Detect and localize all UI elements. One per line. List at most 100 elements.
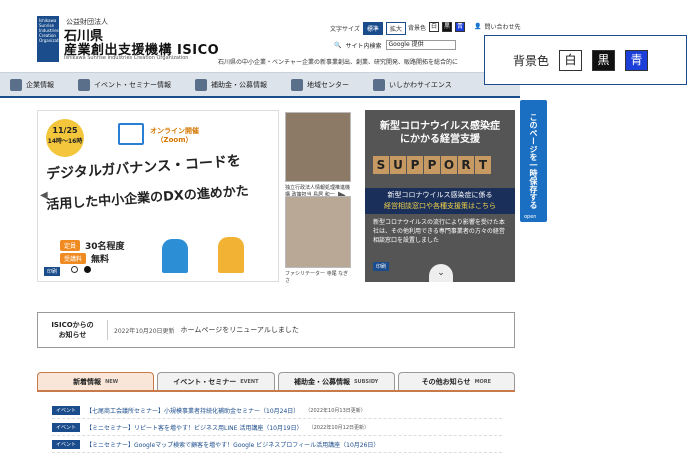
capacity-row: 定員 30名程度 (60, 239, 125, 252)
list-item-title[interactable]: 【ミニセミナー】リピート客を増やす！ビジネス用LINE 活用講座（10月19日） (86, 423, 303, 432)
tab-more[interactable]: その他お知らせ MORE (397, 372, 515, 390)
atom-icon (373, 78, 385, 91)
support-letter: P (424, 156, 440, 174)
people-icon (291, 78, 303, 91)
fee-row: 受講料 無料 (60, 252, 109, 265)
tab-label: 補助金・公募情報 (293, 377, 350, 386)
monitor-icon (118, 123, 144, 145)
support-letter: S (373, 156, 389, 174)
tab-en: NEW (105, 378, 119, 385)
popup-bg-label: 背景色 (513, 53, 550, 68)
tab-underline (37, 390, 515, 392)
nav-item-science[interactable]: いしかわサイエンス (363, 73, 466, 96)
print-button[interactable]: 印刷 (44, 267, 61, 276)
tab-en: MORE (474, 378, 492, 385)
online-label: オンライン開催 （Zoom） (150, 127, 199, 145)
capacity-value: 30名程度 (85, 242, 125, 252)
list-item[interactable]: イベント 【七尾商工会議所セミナー】小規模事業者持続化補助金セミナー（10月24日… (52, 402, 502, 419)
covid-band-line1: 新型コロナウイルス感染症に係る (387, 191, 493, 199)
popup-bg-blue-button[interactable]: 青 (625, 49, 649, 71)
nav-item-regional[interactable]: 地域センター (281, 73, 363, 96)
support-letter: U (390, 156, 406, 174)
nav-label: 地域センター (307, 80, 349, 89)
support-letter: O (441, 156, 457, 174)
nav-label: いしかわサイエンス (389, 80, 452, 89)
tagline: 石川県の中小企業・ベンチャー企業の新事業創出、創業、研究開発、販路開拓を総合的に (218, 59, 458, 66)
person-icon: 👤 (474, 23, 482, 30)
list-item-title[interactable]: 【ミニセミナー】Googleマップ検索で顧客を増やす！Google ビジネスプロ… (86, 440, 379, 449)
isico-logo[interactable]: Ishikawa Sunrise Industries Creation Org… (37, 16, 65, 62)
tab-label: イベント・セミナー (173, 377, 237, 386)
covid-title-line2: にかかる経営支援 (400, 134, 480, 145)
list-item-date: （2022年10月13日更新） (305, 407, 366, 414)
tab-label: 新着情報 (73, 377, 102, 386)
list-item[interactable]: イベント 【ミニセミナー】リピート客を増やす！ビジネス用LINE 活用講座（10月… (52, 419, 502, 436)
popup-bg-white-button[interactable]: 白 (559, 49, 583, 71)
bg-white-button[interactable]: 白 (429, 22, 440, 32)
list-item[interactable]: イベント 【ミニセミナー】Googleマップ検索で顧客を増やす！Google ビジ… (52, 436, 502, 453)
online-line1: オンライン開催 (150, 127, 199, 135)
building-icon (10, 78, 22, 91)
search-icon: 🔍 (334, 41, 342, 49)
bg-color-control: 背景色 白 黒 青 (408, 22, 466, 32)
list-item-date: （2022年10月12日更新） (308, 424, 370, 431)
popup-bg-black-button[interactable]: 黒 (592, 49, 616, 71)
list-item-title[interactable]: 【七尾商工会議所セミナー】小規模事業者持続化補助金セミナー（10月24日） (86, 406, 299, 415)
contact-label: 問い合わせ先 (484, 24, 521, 31)
site-search: 🔍 サイト内検索 Google 提供 (334, 40, 456, 50)
notice-box: ISICOからの お知らせ 2022年10月20日更新 ホームページをリニューア… (37, 312, 515, 348)
carousel-dot-1[interactable] (71, 266, 78, 273)
covid-print-button[interactable]: 印刷 (373, 262, 390, 271)
text-size-control: 文字サイズ 標準 拡大 (330, 22, 406, 35)
org-name-en: Ishikawa Sunrise Industries Creation Org… (64, 55, 189, 61)
tab-en: SUBSIDY (353, 378, 379, 385)
tab-subsidy[interactable]: 補助金・公募情報 SUBSIDY (277, 372, 395, 390)
open-label: open (524, 214, 537, 220)
category-badge: イベント (52, 405, 81, 415)
notice-text[interactable]: ホームページをリニューアルしました (181, 325, 299, 335)
chevron-down-icon[interactable]: ⌄ (429, 264, 453, 282)
covid-support-banner[interactable]: 新型コロナウイルス感染症 にかかる経営支援 S U P P O R T 新型コロ… (365, 110, 515, 282)
covid-band-line2: 経営相談窓口や各種支援策はこちら (384, 202, 496, 210)
tab-label: その他お知らせ (421, 377, 471, 386)
nav-item-company[interactable]: 企業情報 (0, 73, 68, 96)
fee-label: 受講料 (60, 253, 87, 264)
contact-link[interactable]: 👤 問い合わせ先 (474, 22, 521, 31)
site-search-label: サイト内検索 (345, 42, 382, 50)
tab-event[interactable]: イベント・セミナー EVENT (157, 372, 275, 390)
nav-item-subsidy[interactable]: 補助金・公募情報 (185, 73, 281, 96)
search-input[interactable]: Google 提供 (385, 40, 456, 50)
date-badge: 11/25 14時～16時 (46, 119, 84, 157)
support-letter: P (407, 156, 423, 174)
covid-title-line1: 新型コロナウイルス感染症 (380, 121, 500, 132)
banner-title-line1: デジタルガバナンス・コードを (45, 153, 242, 183)
nav-label: イベント・セミナー情報 (94, 80, 171, 89)
event-icon (78, 78, 90, 91)
speaker-photo-1 (285, 112, 351, 182)
support-blocks: S U P P O R T (373, 156, 491, 174)
text-size-standard-button[interactable]: 標準 (362, 22, 383, 35)
online-line2: （Zoom） (156, 136, 193, 144)
support-letter: T (475, 156, 491, 174)
bg-color-popup: 背景色 白 黒 青 (484, 35, 687, 85)
nav-item-events[interactable]: イベント・セミナー情報 (68, 73, 185, 96)
text-size-large-button[interactable]: 拡大 (385, 22, 406, 35)
covid-title: 新型コロナウイルス感染症 にかかる経営支援 (365, 120, 515, 146)
bg-blue-button[interactable]: 青 (455, 22, 466, 32)
tab-new[interactable]: 新着情報 NEW (37, 372, 155, 390)
bg-black-button[interactable]: 黒 (442, 22, 453, 32)
tab-en: EVENT (240, 378, 259, 385)
covid-body: 新型コロナウイルスの流行により影響を受けた本社は、その他利用できる専門事業者の方… (373, 219, 505, 244)
capacity-label: 定員 (60, 240, 81, 251)
prev-arrow[interactable]: ◀ (40, 190, 48, 201)
carousel-dot-2[interactable] (84, 266, 91, 273)
covid-band: 新型コロナウイルス感染症に係る 経営相談窓口や各種支援策はこちら (365, 188, 515, 214)
speaker-photo-2 (285, 196, 351, 268)
save-page-tab[interactable]: このページを一時保存する (520, 100, 547, 222)
notice-label: ISICOからの お知らせ (38, 320, 108, 340)
main-nav: 企業情報 イベント・セミナー情報 補助金・公募情報 地域センター いしかわサイエ… (0, 72, 520, 98)
seminar-banner[interactable]: 11/25 14時～16時 オンライン開催 （Zoom） デジタルガバナンス・コ… (37, 110, 279, 282)
notice-label-line1: ISICOからの (51, 321, 94, 329)
gear-icon (195, 78, 207, 91)
event-date: 11/25 (52, 126, 78, 135)
